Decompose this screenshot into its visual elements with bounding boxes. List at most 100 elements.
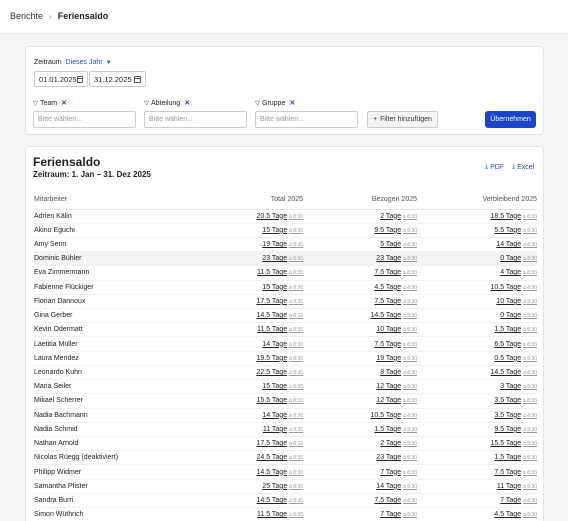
gruppe-select[interactable]: Bitte wählen... — [255, 111, 358, 128]
table-row[interactable]: Nicolas Rüegg (deaktiviert) 24.5 Tage à 8:… — [34, 450, 537, 466]
bezogen-value-link[interactable]: 7.5 Tage — [374, 298, 401, 305]
total-value-link[interactable]: 20.5 Tage — [256, 213, 287, 220]
bezogen-value-link[interactable]: 12 Tage — [376, 383, 401, 390]
table-row[interactable]: Laetitia Müller 14 Tage à 8:30 7.5 Tage à 8:… — [34, 336, 537, 352]
table-row[interactable]: Maria Seiler 15 Tage à 8:30 12 Tage à 8:30 3 … — [34, 379, 537, 395]
bezogen-value-link[interactable]: 7.5 Tage — [374, 497, 401, 504]
total-value-link[interactable]: 14.5 Tage — [256, 469, 287, 476]
bezogen-value-link[interactable]: 7 Tage — [380, 469, 401, 476]
bezogen-value-link[interactable]: 2 Tage — [380, 213, 401, 220]
bezogen-value-link[interactable]: 23 Tage — [376, 255, 401, 262]
table-row[interactable]: Sandra Burri 14.5 Tage à 8:30 7.5 Tage à 8:3… — [34, 493, 537, 509]
verbleibend-value-link[interactable]: 4.5 Tage — [494, 511, 521, 518]
verbleibend-value-link[interactable]: 1.5 Tage — [494, 454, 521, 461]
table-row[interactable]: Nadia Bachmann 14 Tage à 8:30 10.5 Tage à 8:… — [34, 408, 537, 423]
verbleibend-value-link[interactable]: 14.5 Tage — [490, 369, 521, 376]
total-value-link[interactable]: 24.5 Tage — [256, 454, 287, 461]
total-value-link[interactable]: 15 Tage — [262, 383, 287, 390]
bezogen-value-link[interactable]: 10 Tage — [376, 326, 401, 333]
bezogen-value-link[interactable]: 23 Tage — [376, 454, 401, 461]
zeitraum-dropdown[interactable]: Dieses Jahr — [66, 59, 103, 66]
calendar-icon[interactable] — [76, 75, 83, 83]
table-row[interactable]: Mikael Scherrer 15.5 Tage à 8:30 12 Tage à 8… — [34, 393, 537, 409]
bezogen-value-link[interactable]: 19 Tage — [376, 355, 401, 362]
table-row[interactable]: Dominic Bühler 23 Tage à 8:30 23 Tage à 8:30… — [34, 251, 537, 267]
bezogen-value-link[interactable]: 1.5 Tage — [374, 426, 401, 433]
total-value-link[interactable]: 14.5 Tage — [256, 312, 287, 319]
verbleibend-value-link[interactable]: 3 Tage — [500, 383, 521, 390]
verbleibend-value-link[interactable]: 6.5 Tage — [494, 341, 521, 348]
verbleibend-value-link[interactable]: 7.5 Tage — [494, 469, 521, 476]
bezogen-value-link[interactable]: 8 Tage — [380, 369, 401, 376]
total-value-link[interactable]: 22.5 Tage — [256, 369, 287, 376]
col-total[interactable]: Total 2025 — [209, 191, 303, 210]
total-value-link[interactable]: 25 Tage — [262, 483, 287, 490]
col-mitarbeiter[interactable]: Mitarbeiter — [34, 191, 209, 210]
total-value-link[interactable]: 17.5 Tage — [256, 298, 287, 305]
total-value-link[interactable]: 17.5 Tage — [256, 440, 287, 447]
bezogen-value-link[interactable]: 5 Tage — [380, 241, 401, 248]
table-row[interactable]: Leonardo Kuhn 22.5 Tage à 8:30 8 Tage à 8:30… — [34, 365, 537, 381]
table-row[interactable]: Laura Mendez 19.5 Tage à 8:30 19 Tage à 8:30… — [34, 351, 537, 366]
verbleibend-value-link[interactable]: 11 Tage — [497, 483, 521, 490]
table-row[interactable]: Fabienne Flückiger 15 Tage à 8:30 4.5 Tage à… — [34, 280, 537, 295]
verbleibend-value-link[interactable]: 4 Tage — [500, 269, 521, 276]
table-row[interactable]: Nathan Arnold 17.5 Tage à 8:30 2 Tage à 8:30… — [34, 436, 537, 452]
add-filter-button[interactable]: + Filter hinzufügen — [367, 111, 438, 128]
col-verbleibend[interactable]: Verbleibend 2025 — [417, 191, 537, 210]
table-row[interactable]: Akino Eguchi 15 Tage à 8:30 9.5 Tage à 8:30 5… — [34, 223, 537, 238]
bezogen-value-link[interactable]: 7 Tage — [380, 511, 401, 518]
abteilung-select[interactable]: Bitte wählen... — [144, 111, 247, 128]
bezogen-value-link[interactable]: 14 Tage — [376, 483, 401, 490]
total-value-link[interactable]: 11.5 Tage — [257, 326, 287, 333]
export-pdf-button[interactable]: ⤓ PDF — [485, 163, 504, 171]
total-value-link[interactable]: 11 Tage — [263, 426, 287, 433]
bezogen-value-link[interactable]: 7.5 Tage — [374, 341, 401, 348]
remove-abteilung-filter-icon[interactable]: ✕ — [184, 99, 190, 107]
total-value-link[interactable]: 19.5 Tage — [256, 355, 287, 362]
total-value-link[interactable]: 11.5 Tage — [257, 511, 287, 518]
table-row[interactable]: Nadia Schmid 11 Tage à 8:30 1.5 Tage à 8:30 9… — [34, 422, 537, 438]
bezogen-value-link[interactable]: 4.5 Tage — [374, 284, 401, 291]
verbleibend-value-link[interactable]: 1.5 Tage — [494, 326, 521, 333]
total-value-link[interactable]: 14.5 Tage — [256, 497, 287, 504]
remove-gruppe-filter-icon[interactable]: ✕ — [289, 99, 295, 107]
caret-down-icon[interactable]: ▼ — [106, 60, 112, 66]
verbleibend-value-link[interactable]: 14 Tage — [496, 241, 521, 248]
bezogen-value-link[interactable]: 2 Tage — [380, 440, 401, 447]
verbleibend-value-link[interactable]: 7 Tage — [500, 497, 521, 504]
verbleibend-value-link[interactable]: 10 Tage — [496, 298, 521, 305]
verbleibend-value-link[interactable]: 15.5 Tage — [490, 440, 521, 447]
table-row[interactable]: Florian Dannoux 17.5 Tage à 8:30 7.5 Tage à … — [34, 294, 537, 310]
verbleibend-value-link[interactable]: 5.5 Tage — [494, 227, 521, 234]
bezogen-value-link[interactable]: 14.5 Tage — [370, 312, 401, 319]
total-value-link[interactable]: 23 Tage — [262, 255, 287, 262]
table-row[interactable]: Samantha Pfister 25 Tage à 8:30 14 Tage à 8:… — [34, 479, 537, 494]
total-value-link[interactable]: 11.5 Tage — [257, 269, 287, 276]
verbleibend-value-link[interactable]: 0 Tage — [500, 255, 521, 262]
bezogen-value-link[interactable]: 9.5 Tage — [374, 227, 401, 234]
verbleibend-value-link[interactable]: 3.5 Tage — [494, 397, 521, 404]
col-bezogen[interactable]: Bezogen 2025 — [303, 191, 417, 210]
export-excel-button[interactable]: ⤓ Excel — [512, 163, 534, 171]
total-value-link[interactable]: 15 Tage — [262, 227, 287, 234]
team-select[interactable]: Bitte wählen... — [33, 111, 136, 128]
table-row[interactable]: Amy Senn 19 Tage à 8:30 5 Tage à 8:30 14 Tage… — [34, 237, 537, 253]
table-row[interactable]: Kevin Odermatt 11.5 Tage à 8:30 10 Tage à 8:… — [34, 322, 537, 338]
remove-team-filter-icon[interactable]: ✕ — [61, 99, 67, 107]
table-row[interactable]: Philipp Widmer 14.5 Tage à 8:30 7 Tage à 8:3… — [34, 464, 537, 480]
total-value-link[interactable]: 19 Tage — [262, 241, 287, 248]
bezogen-value-link[interactable]: 7.5 Tage — [374, 269, 401, 276]
verbleibend-value-link[interactable]: 3.5 Tage — [494, 412, 521, 419]
table-row[interactable]: Simon Wüthrich 11.5 Tage à 8:30 7 Tage à 8:3… — [34, 507, 537, 521]
verbleibend-value-link[interactable]: 10.5 Tage — [490, 284, 521, 291]
breadcrumb-berichte-link[interactable]: Berichte — [10, 11, 43, 21]
date-to-input[interactable]: 31.12.2025 — [89, 71, 146, 87]
table-row[interactable]: Adrien Kälin 20.5 Tage à 8:30 2 Tage à 8:30 1… — [34, 209, 537, 224]
verbleibend-value-link[interactable]: 0.5 Tage — [494, 355, 521, 362]
verbleibend-value-link[interactable]: 18.5 Tage — [490, 213, 521, 220]
date-from-input[interactable]: 01.01.2025 — [34, 71, 88, 87]
verbleibend-value-link[interactable]: 0 Tage — [500, 312, 521, 319]
verbleibend-value-link[interactable]: 9.5 Tage — [494, 426, 521, 433]
total-value-link[interactable]: 15.5 Tage — [256, 397, 287, 404]
